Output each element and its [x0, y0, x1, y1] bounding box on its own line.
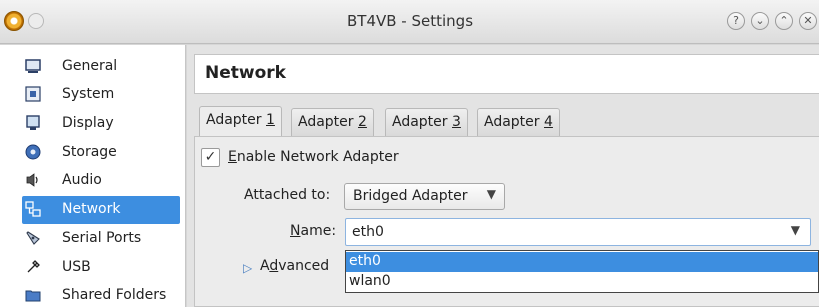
- attached-to-value: Bridged Adapter: [353, 188, 468, 204]
- tab-adapter-3[interactable]: Adapter 3: [385, 108, 468, 136]
- adapter-name-value: eth0: [352, 224, 384, 240]
- adapter-name-dropdown: eth0 wlan0: [345, 250, 819, 293]
- enable-adapter-checkbox[interactable]: ✓: [201, 148, 220, 167]
- enable-adapter-accel: E: [228, 149, 237, 165]
- tab-accel: 4: [544, 114, 553, 130]
- network-icon: [25, 201, 41, 217]
- sidebar-item-label: General: [62, 58, 118, 74]
- title-bar: BT4VB - Settings ? ⌄ ⌃ ✕: [0, 0, 819, 44]
- tab-adapter-4[interactable]: Adapter 4: [477, 108, 560, 136]
- app-gear-icon[interactable]: [4, 11, 24, 31]
- tab-accel: 2: [358, 114, 367, 130]
- enable-adapter-text: nable Network Adapter: [236, 149, 399, 165]
- dropdown-option-eth0[interactable]: eth0: [346, 252, 818, 272]
- dropdown-option-wlan0[interactable]: wlan0: [346, 272, 818, 292]
- sidebar-item-label: USB: [62, 259, 91, 275]
- sidebar-item-usb[interactable]: USB: [0, 254, 186, 282]
- chip-icon: [25, 86, 41, 102]
- maximize-button[interactable]: ⌃: [775, 12, 793, 30]
- sidebar-item-label: Serial Ports: [62, 230, 142, 246]
- expand-arrow-icon[interactable]: ▷: [243, 261, 252, 275]
- display-icon: [26, 115, 40, 130]
- chevron-down-icon: ▼: [790, 223, 800, 237]
- sidebar-item-label: Network: [62, 201, 121, 217]
- page-title: Network: [194, 54, 819, 94]
- attached-to-select[interactable]: Bridged Adapter ▼: [344, 183, 505, 210]
- settings-sidebar: General System Display Storage Audio Net…: [0, 45, 186, 307]
- name-label-text: ame:: [300, 223, 337, 239]
- sidebar-item-serial-ports[interactable]: Serial Ports: [0, 225, 186, 253]
- tab-accel: 1: [266, 112, 275, 128]
- advanced-accel: d: [269, 258, 279, 274]
- advanced-text-a: A: [260, 258, 270, 274]
- tab-accel: 3: [452, 114, 461, 130]
- sidebar-item-display[interactable]: Display: [0, 110, 186, 138]
- sidebar-item-general[interactable]: General: [0, 53, 186, 81]
- tab-label: Adapter: [298, 114, 358, 130]
- usb-icon: [27, 260, 40, 273]
- speaker-icon: [26, 173, 38, 187]
- tab-label: Adapter: [392, 114, 452, 130]
- monitor-icon: [25, 59, 41, 73]
- sidebar-item-label: Display: [62, 115, 114, 131]
- chevron-down-icon: ▼: [486, 187, 496, 201]
- sidebar-item-label: Audio: [62, 172, 102, 188]
- serial-icon: [26, 231, 40, 245]
- settings-main-panel: Network Adapter 1 Adapter 2 Adapter 3 Ad…: [187, 45, 819, 307]
- sidebar-item-label: Shared Folders: [62, 287, 167, 303]
- advanced-text-b: vanced: [278, 258, 330, 274]
- sidebar-item-label: System: [62, 86, 115, 102]
- close-button[interactable]: ✕: [799, 12, 817, 30]
- tab-adapter-1[interactable]: Adapter 1: [199, 106, 282, 137]
- sidebar-item-audio[interactable]: Audio: [0, 167, 186, 195]
- name-label: Name:: [290, 223, 336, 239]
- enable-adapter-label[interactable]: Enable Network Adapter: [228, 149, 399, 165]
- adapter-name-select[interactable]: eth0 ▼: [345, 218, 811, 246]
- name-accel: N: [290, 223, 301, 239]
- tab-label: Adapter: [206, 112, 266, 128]
- sidebar-item-network[interactable]: Network: [22, 196, 180, 224]
- minimize-button[interactable]: ⌄: [751, 12, 769, 30]
- folder-icon: [25, 290, 41, 302]
- advanced-toggle[interactable]: Advanced: [260, 258, 329, 274]
- help-button[interactable]: ?: [727, 12, 745, 30]
- attached-to-label: Attached to:: [244, 187, 331, 203]
- window-title: BT4VB - Settings: [346, 12, 474, 30]
- sidebar-item-system[interactable]: System: [0, 81, 186, 109]
- tab-label: Adapter: [484, 114, 544, 130]
- tab-adapter-2[interactable]: Adapter 2: [291, 108, 374, 136]
- sidebar-item-shared-folders[interactable]: Shared Folders: [0, 282, 186, 307]
- disk-icon: [25, 144, 41, 160]
- sidebar-item-label: Storage: [62, 144, 117, 160]
- sidebar-item-storage[interactable]: Storage: [0, 139, 186, 167]
- window-menu-icon[interactable]: [28, 13, 44, 29]
